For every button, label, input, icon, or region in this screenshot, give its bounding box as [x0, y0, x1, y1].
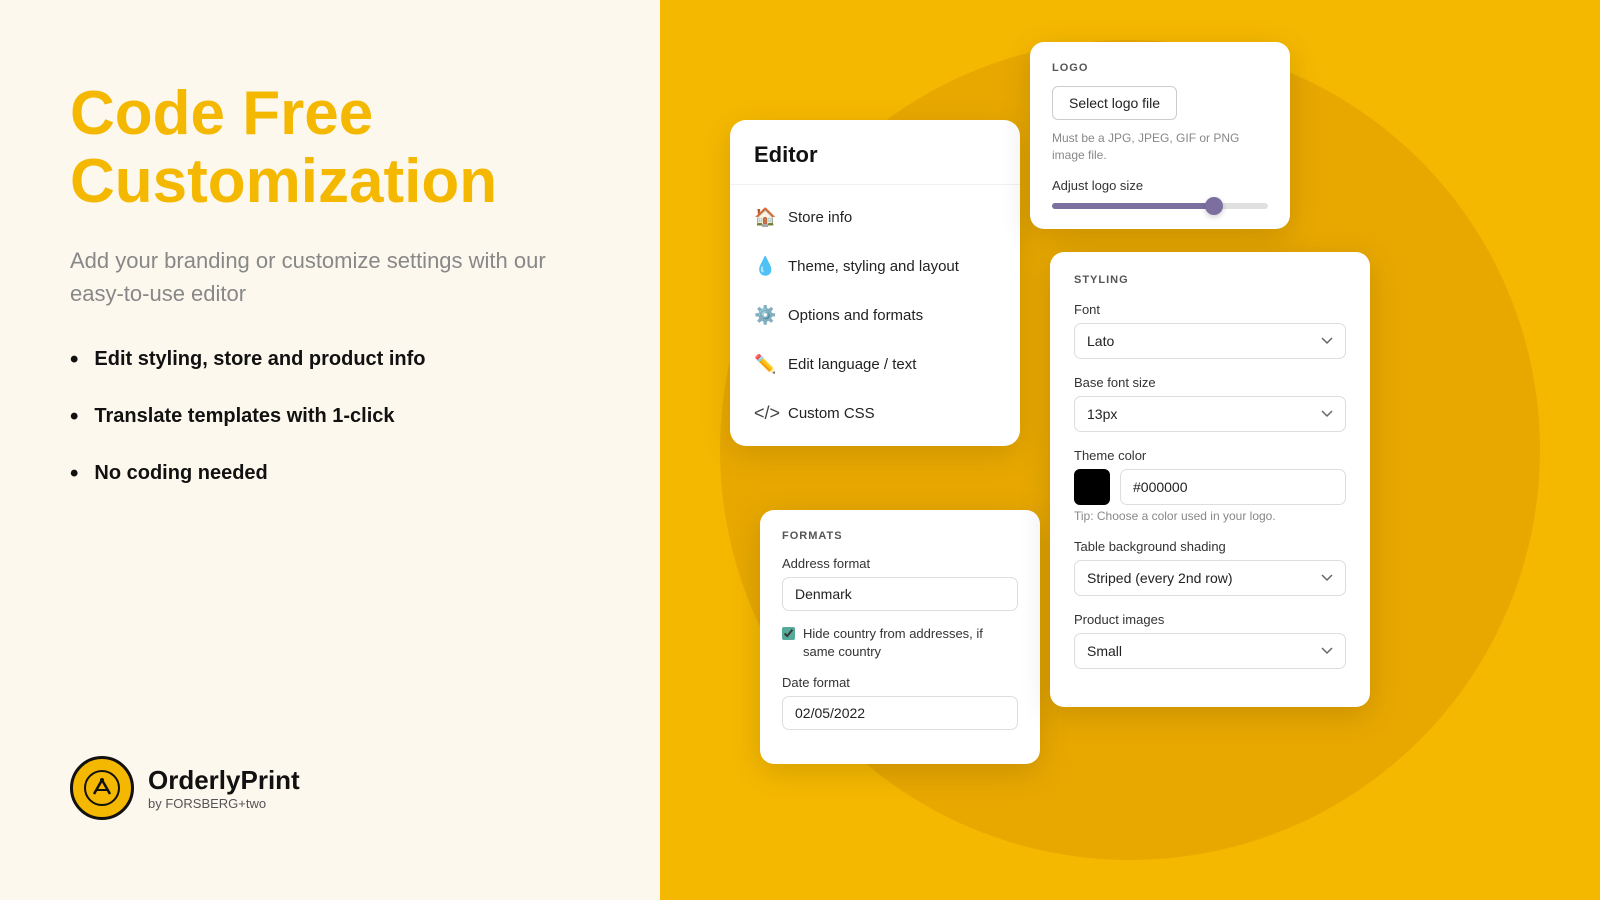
bullet-item-1: Edit styling, store and product info [70, 346, 590, 375]
menu-label-theme: Theme, styling and layout [788, 258, 959, 275]
adjust-size-label: Adjust logo size [1052, 178, 1268, 193]
left-panel: Code Free Customization Add your brandin… [0, 0, 660, 900]
logo-hint: Must be a JPG, JPEG, GIF or PNG image fi… [1052, 130, 1268, 164]
main-title: Code Free Customization [70, 80, 590, 216]
color-row [1074, 469, 1346, 505]
hide-country-label: Hide country from addresses, if same cou… [803, 625, 1018, 661]
editor-panel: Editor 🏠 Store info 💧 Theme, styling and… [730, 120, 1020, 446]
title-line1: Code Free [70, 79, 373, 148]
edit-icon: ✏️ [754, 354, 774, 375]
slider-fill [1052, 203, 1214, 209]
font-size-label: Base font size [1074, 375, 1346, 390]
table-bg-select[interactable]: Striped (every 2nd row) [1074, 560, 1346, 596]
styling-label: STYLING [1074, 274, 1346, 286]
menu-item-theme[interactable]: 💧 Theme, styling and layout [730, 242, 1020, 291]
product-images-group: Product images Small [1074, 612, 1346, 669]
color-input[interactable] [1120, 469, 1346, 505]
left-content: Code Free Customization Add your brandin… [70, 80, 590, 517]
formats-label: FORMATS [782, 530, 1018, 542]
logo-card: LOGO Select logo file Must be a JPG, JPE… [1030, 42, 1290, 229]
menu-item-options[interactable]: ⚙️ Options and formats [730, 291, 1020, 340]
brand-logo-area: OrderlyPrint by FORSBERG+two [70, 756, 590, 820]
menu-item-language[interactable]: ✏️ Edit language / text [730, 340, 1020, 389]
menu-label-language: Edit language / text [788, 356, 916, 373]
address-format-label: Address format [782, 556, 1018, 571]
brand-logo-text: OrderlyPrint by FORSBERG+two [148, 765, 300, 811]
bullet-list: Edit styling, store and product info Tra… [70, 346, 590, 488]
brand-sub: by FORSBERG+two [148, 796, 300, 811]
menu-label-store-info: Store info [788, 209, 852, 226]
theme-icon: 💧 [754, 256, 774, 277]
menu-label-css: Custom CSS [788, 405, 875, 422]
editor-header: Editor [730, 120, 1020, 185]
date-format-input[interactable] [782, 696, 1018, 730]
brand-logo-icon [70, 756, 134, 820]
theme-color-label: Theme color [1074, 448, 1346, 463]
bullet-item-3: No coding needed [70, 460, 590, 489]
options-icon: ⚙️ [754, 305, 774, 326]
title-line2: Customization [70, 147, 497, 216]
select-logo-button[interactable]: Select logo file [1052, 86, 1177, 120]
styling-card: STYLING Font Lato Base font size 13px Th… [1050, 252, 1370, 707]
brand-name: OrderlyPrint [148, 765, 300, 796]
menu-item-store-info[interactable]: 🏠 Store info [730, 193, 1020, 242]
hide-country-row: Hide country from addresses, if same cou… [782, 625, 1018, 661]
font-label: Font [1074, 302, 1346, 317]
date-format-group: Date format [782, 675, 1018, 730]
menu-label-options: Options and formats [788, 307, 923, 324]
bullet-item-2: Translate templates with 1-click [70, 403, 590, 432]
formats-card: FORMATS Address format Hide country from… [760, 510, 1040, 764]
slider-thumb [1205, 197, 1223, 215]
right-panel: Editor 🏠 Store info 💧 Theme, styling and… [660, 0, 1600, 900]
subtitle: Add your branding or customize settings … [70, 244, 590, 310]
theme-color-group: Theme color Tip: Choose a color used in … [1074, 448, 1346, 523]
font-group: Font Lato [1074, 302, 1346, 359]
font-size-group: Base font size 13px [1074, 375, 1346, 432]
font-size-select[interactable]: 13px [1074, 396, 1346, 432]
date-format-label: Date format [782, 675, 1018, 690]
address-format-input[interactable] [782, 577, 1018, 611]
code-icon: </> [754, 403, 774, 424]
address-format-group: Address format [782, 556, 1018, 611]
table-bg-group: Table background shading Striped (every … [1074, 539, 1346, 596]
product-images-select[interactable]: Small [1074, 633, 1346, 669]
menu-item-css[interactable]: </> Custom CSS [730, 389, 1020, 438]
hide-country-checkbox[interactable] [782, 627, 795, 640]
color-tip: Tip: Choose a color used in your logo. [1074, 509, 1346, 523]
product-images-label: Product images [1074, 612, 1346, 627]
table-bg-label: Table background shading [1074, 539, 1346, 554]
logo-size-slider[interactable] [1052, 203, 1268, 209]
logo-card-label: LOGO [1052, 62, 1268, 74]
font-select[interactable]: Lato [1074, 323, 1346, 359]
editor-menu: 🏠 Store info 💧 Theme, styling and layout… [730, 185, 1020, 446]
color-swatch[interactable] [1074, 469, 1110, 505]
home-icon: 🏠 [754, 207, 774, 228]
